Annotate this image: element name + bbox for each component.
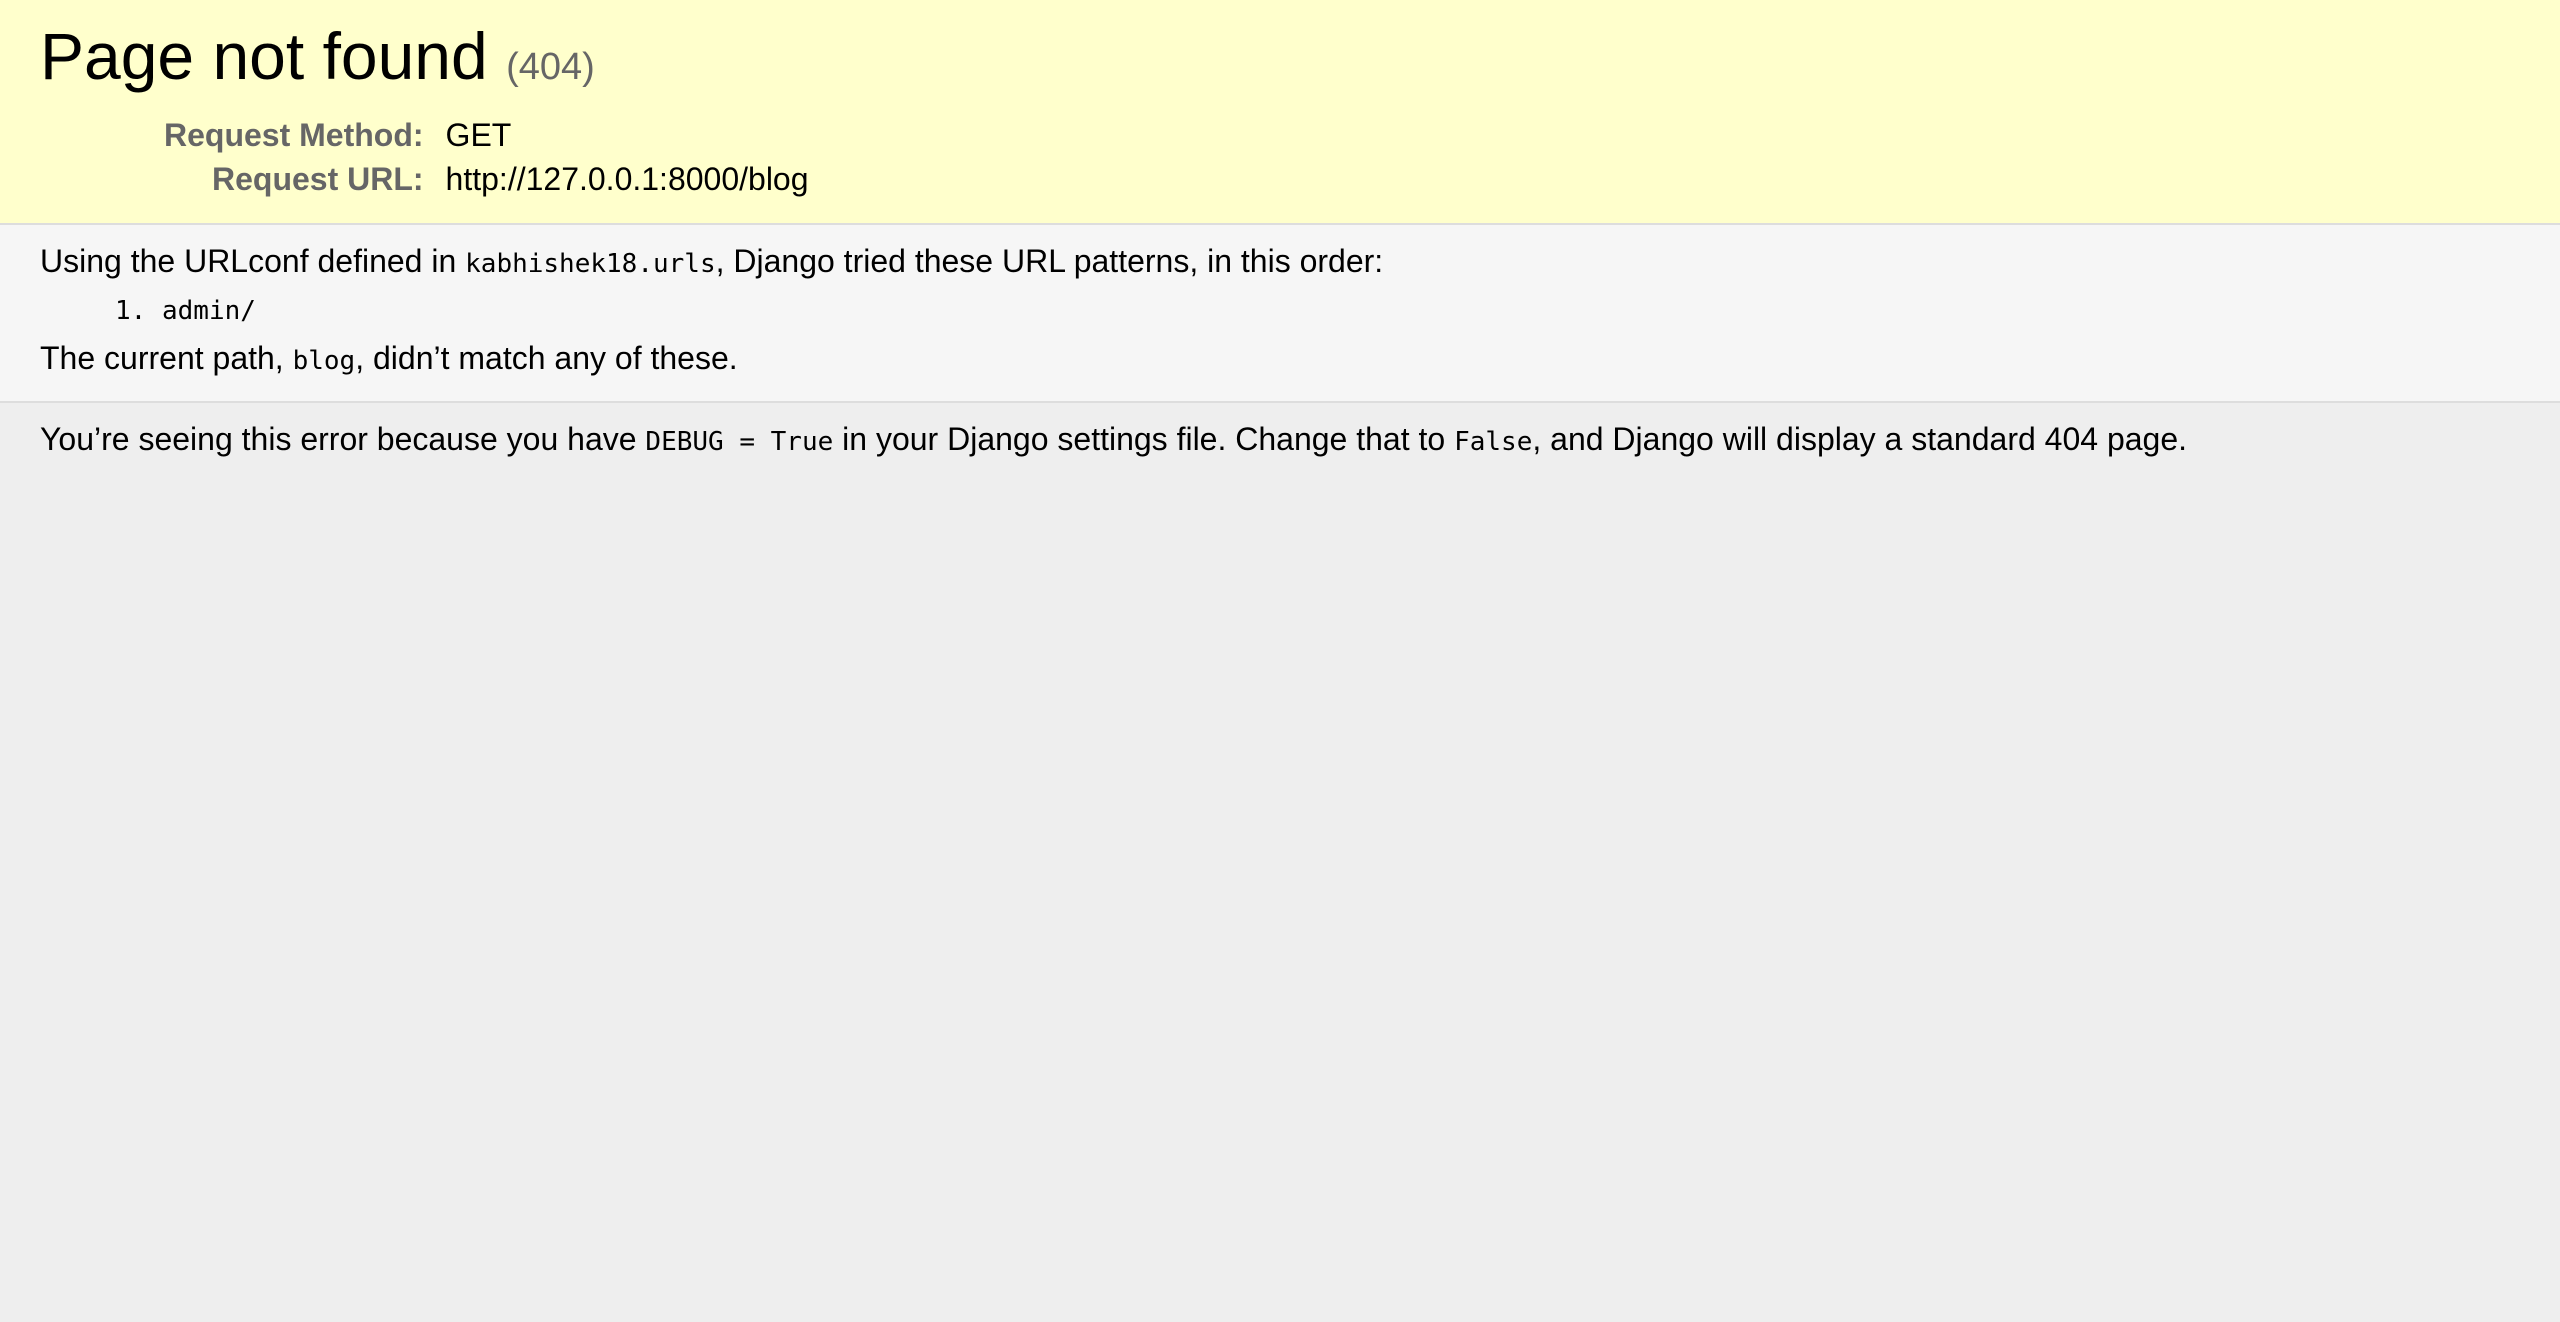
request-url-row: Request URL: http://127.0.0.1:8000/blog	[164, 157, 809, 201]
request-meta-table: Request Method: GET Request URL: http://…	[164, 113, 809, 201]
current-path-prefix: The current path,	[40, 340, 293, 376]
urlconf-intro: Using the URLconf defined in kabhishek18…	[40, 239, 2520, 286]
explanation-part-3: , and Django will display a standard 404…	[1532, 421, 2188, 457]
debug-setting: DEBUG = True	[645, 427, 834, 457]
page-title-text: Page not found	[40, 19, 488, 93]
urlconf-intro-prefix: Using the URLconf defined in	[40, 243, 466, 279]
urlconf-module: kabhishek18.urls	[465, 249, 716, 279]
page-title: Page not found (404)	[40, 16, 2520, 107]
urlconf-info-panel: Using the URLconf defined in kabhishek18…	[0, 225, 2560, 403]
explanation-part-2: in your Django settings file. Change tha…	[833, 421, 1455, 457]
urlconf-intro-suffix: , Django tried these URL patterns, in th…	[715, 243, 1384, 279]
explanation-part-1: You’re seeing this error because you hav…	[40, 421, 646, 457]
request-url-value: http://127.0.0.1:8000/blog	[445, 161, 809, 197]
request-method-label: Request Method:	[164, 117, 424, 153]
request-method-value: GET	[445, 117, 512, 153]
false-value: False	[1454, 427, 1533, 457]
current-path: blog	[292, 346, 356, 376]
debug-explanation-text: You’re seeing this error because you hav…	[40, 417, 2520, 464]
error-summary-panel: Page not found (404) Request Method: GET…	[0, 0, 2560, 225]
current-path-suffix: , didn’t match any of these.	[355, 340, 738, 376]
current-path-message: The current path, blog, didn’t match any…	[40, 336, 2520, 383]
request-url-label: Request URL:	[211, 161, 424, 197]
debug-explanation-panel: You’re seeing this error because you hav…	[0, 403, 2560, 478]
request-method-row: Request Method: GET	[164, 113, 809, 157]
status-code: (404)	[506, 46, 595, 88]
url-pattern-item: admin/	[162, 292, 2520, 330]
url-pattern-list: admin/	[40, 292, 2520, 330]
